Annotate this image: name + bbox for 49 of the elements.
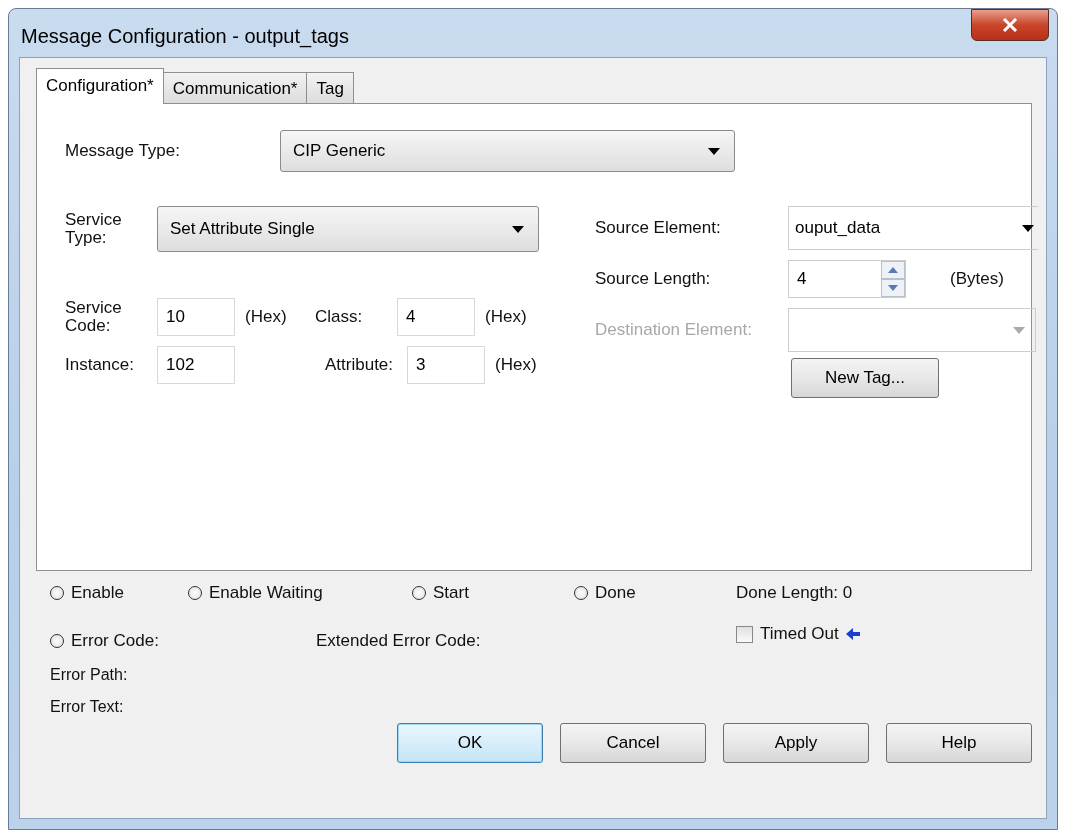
close-button[interactable]: [971, 9, 1049, 41]
status-label: Start: [433, 583, 469, 603]
error-path-label: Error Path:: [50, 665, 129, 685]
status-label: Enable Waiting: [209, 583, 323, 603]
dialog-button[interactable]: Help: [886, 723, 1032, 763]
close-icon: [1002, 18, 1018, 32]
error-text-label: Error Text:: [50, 697, 125, 717]
field-label: Service Type:: [65, 211, 123, 247]
source-length-spinner[interactable]: 4: [788, 260, 906, 298]
timed-out-checkbox[interactable]: [736, 625, 753, 643]
dialog-button[interactable]: Cancel: [560, 723, 706, 763]
service-type-dropdown[interactable]: Set Attribute Single: [157, 206, 539, 252]
new-tag-button[interactable]: New Tag...: [791, 358, 939, 398]
window-title: Message Configuration - output_tags: [20, 24, 349, 48]
instance-field[interactable]: 102: [157, 346, 235, 384]
unit-label: (Bytes): [950, 269, 1004, 289]
tab[interactable]: Tag: [306, 72, 354, 104]
checkbox-label: Timed Out: [760, 624, 839, 644]
tab[interactable]: Communication*: [162, 72, 308, 104]
source-element-combo[interactable]: ouput_data: [788, 206, 1038, 250]
left-arrow-icon: [845, 628, 860, 640]
field-label: Class:: [315, 307, 364, 327]
field-label: Attribute:: [325, 355, 395, 375]
unit-label: (Hex): [485, 307, 528, 327]
field-label: Message Type:: [65, 141, 181, 161]
dropdown-arrow-icon: [512, 225, 524, 233]
message-type-dropdown[interactable]: CIP Generic: [280, 130, 735, 172]
status-label: Done: [595, 583, 636, 603]
service-code-field[interactable]: 10: [157, 298, 235, 336]
field-label: Instance:: [65, 355, 135, 375]
tab[interactable]: Configuration*: [36, 68, 164, 104]
field-label: Destination Element:: [595, 321, 753, 339]
dropdown-arrow-icon: [1013, 326, 1025, 334]
unit-label: (Hex): [495, 355, 538, 375]
unit-label: (Hex): [245, 307, 288, 327]
field-label: Source Element:: [595, 218, 722, 238]
dialog-button[interactable]: OK: [397, 723, 543, 763]
status-label: Enable: [71, 583, 124, 603]
attribute-field[interactable]: 3: [407, 346, 485, 384]
done-length-label: Done Length: 0: [736, 583, 853, 603]
dropdown-arrow-icon: [1022, 224, 1034, 232]
spin-arrows-icon: [881, 261, 905, 297]
dialog-button[interactable]: Apply: [723, 723, 869, 763]
class-field[interactable]: 4: [397, 298, 475, 336]
status-label: Error Code:: [71, 631, 159, 651]
extended-error-label: Extended Error Code:: [316, 631, 482, 651]
field-label: Source Length:: [595, 269, 712, 289]
field-label: Service Code:: [65, 299, 123, 335]
dropdown-arrow-icon: [708, 147, 720, 155]
